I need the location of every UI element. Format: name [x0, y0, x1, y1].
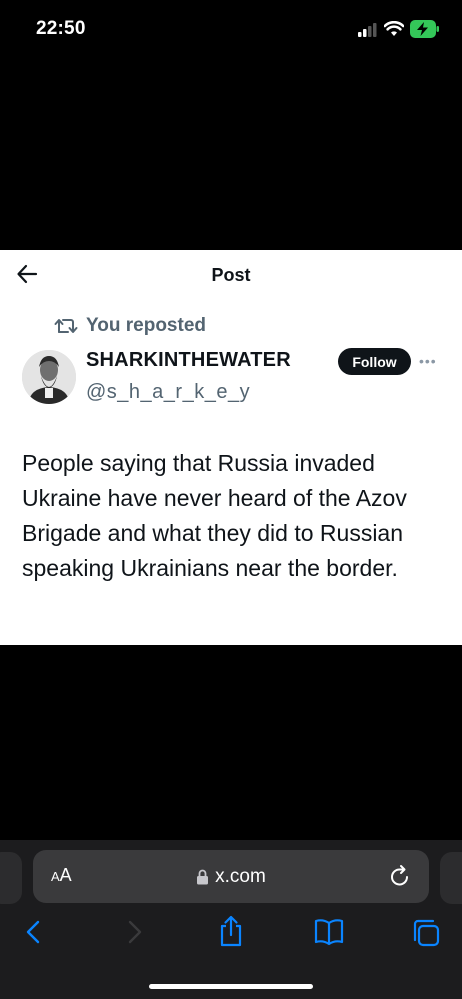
- home-indicator: [149, 984, 313, 989]
- previous-tab-preview[interactable]: [0, 852, 22, 904]
- forward-icon[interactable]: [124, 918, 144, 946]
- user-handle[interactable]: @s_h_a_r_k_e_y: [86, 381, 250, 404]
- page-title: Post: [211, 265, 251, 285]
- battery-charging-icon: [410, 20, 439, 38]
- address-bar[interactable]: AA x.com: [33, 850, 429, 903]
- tweet-text: People saying that Russia invaded Ukrain…: [22, 450, 407, 581]
- browser-toolbar: AA x.com: [0, 840, 462, 999]
- url-display[interactable]: x.com: [33, 866, 429, 888]
- display-name[interactable]: SHARKINTHEWATER: [86, 349, 291, 372]
- reload-icon[interactable]: [389, 864, 411, 888]
- wifi-icon: [384, 21, 404, 36]
- lock-icon: [197, 869, 209, 885]
- tabs-icon[interactable]: [411, 918, 441, 948]
- follow-button[interactable]: Follow: [338, 348, 411, 375]
- avatar[interactable]: [22, 350, 76, 404]
- next-tab-preview[interactable]: [440, 852, 462, 904]
- url-text: x.com: [215, 866, 266, 887]
- repost-indicator: You reposted: [54, 313, 206, 339]
- signal-icon: [358, 23, 377, 37]
- more-icon[interactable]: •••: [419, 353, 437, 369]
- back-icon[interactable]: [24, 918, 44, 946]
- navigation-row: [0, 915, 462, 948]
- status-bar: 22:50: [0, 0, 462, 60]
- repost-label: You reposted: [86, 315, 206, 336]
- share-icon[interactable]: [218, 915, 244, 947]
- repost-icon: [54, 319, 78, 333]
- status-time: 22:50: [36, 18, 86, 39]
- tweet-card: Post You reposted SHARKINTHEWATER @s_h_a…: [0, 250, 462, 645]
- bookmarks-icon[interactable]: [313, 918, 345, 946]
